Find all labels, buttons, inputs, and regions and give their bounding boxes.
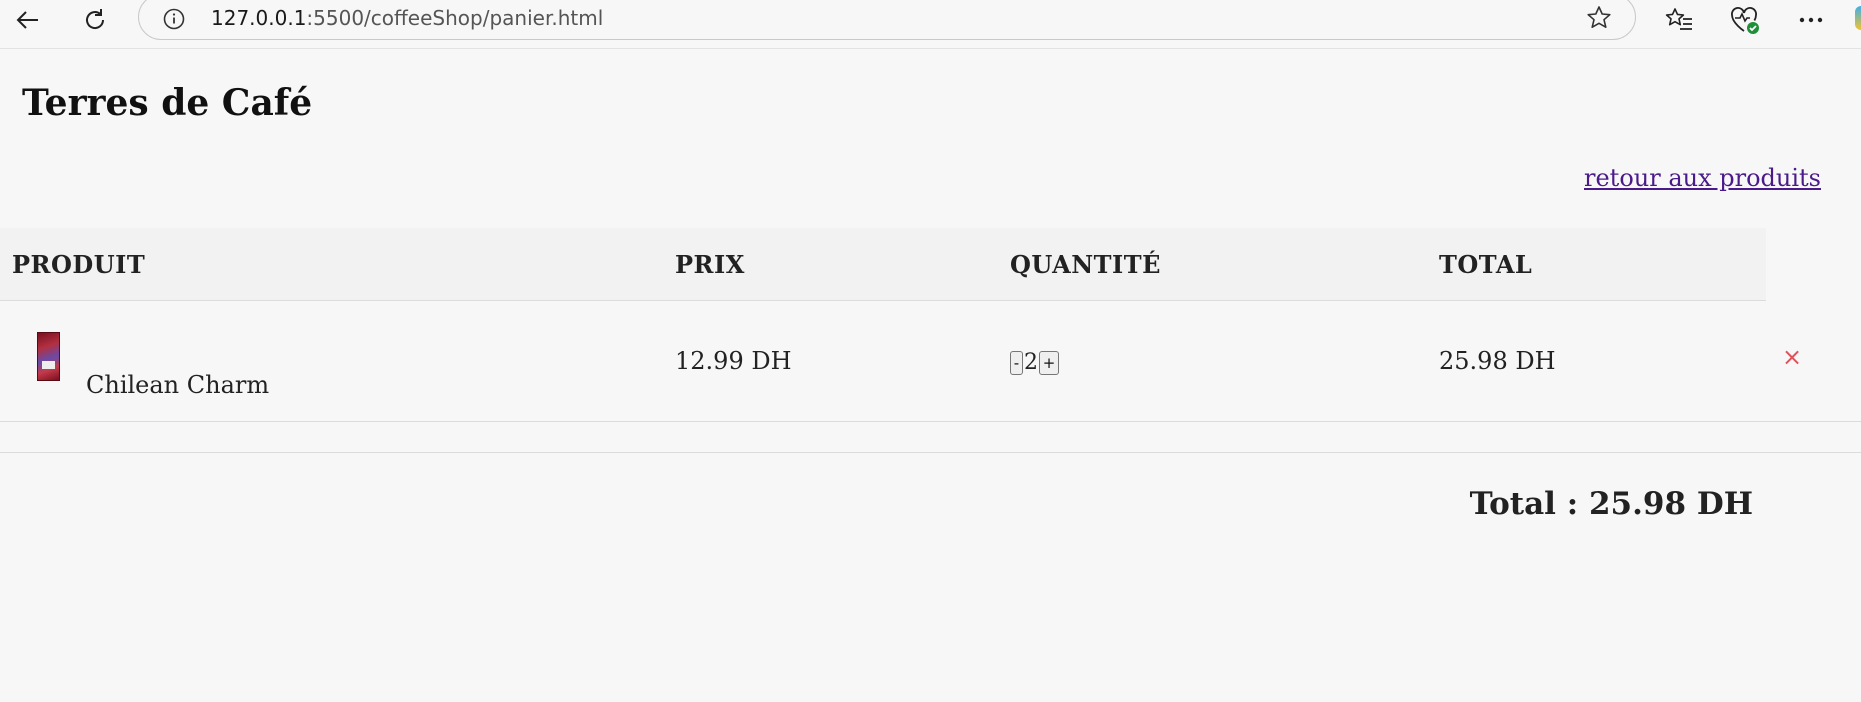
reload-icon[interactable]	[77, 2, 113, 38]
header-quantity: QUANTITÉ	[1010, 250, 1161, 279]
cart-table-header: PRODUIT PRIX QUANTITÉ TOTAL	[0, 228, 1766, 301]
browser-essentials-icon[interactable]	[1727, 2, 1763, 38]
star-icon[interactable]	[1585, 4, 1613, 32]
decrease-quantity-button[interactable]: -	[1010, 350, 1023, 375]
url-host: 127.0.0.1	[211, 6, 307, 30]
url-text[interactable]: 127.0.0.1:5500/coffeeShop/panier.html	[211, 6, 603, 30]
product-price: 12.99 DH	[675, 347, 792, 375]
header-total: TOTAL	[1439, 250, 1533, 279]
back-arrow-icon[interactable]	[10, 2, 46, 38]
quantity-value: 2	[1024, 350, 1038, 375]
summary-divider	[0, 452, 1861, 453]
product-image	[37, 332, 60, 381]
address-bar[interactable]: 127.0.0.1:5500/coffeeShop/panier.html	[138, 0, 1636, 40]
header-product: PRODUIT	[12, 250, 146, 279]
cart-row: Chilean Charm 12.99 DH - 2 + 25.98 DH ×	[0, 301, 1861, 422]
more-icon[interactable]	[1793, 2, 1829, 38]
favorites-icon[interactable]	[1661, 2, 1697, 38]
info-icon[interactable]	[163, 8, 185, 30]
back-to-products-link[interactable]: retour aux produits	[1584, 164, 1821, 192]
quantity-stepper: - 2 +	[1010, 350, 1059, 375]
profile-edge-icon[interactable]	[1855, 6, 1861, 30]
product-name: Chilean Charm	[86, 371, 270, 399]
cart-grand-total: Total : 25.98 DH	[1469, 486, 1753, 522]
page-title: Terres de Café	[22, 82, 313, 124]
increase-quantity-button[interactable]: +	[1039, 350, 1059, 375]
browser-toolbar: 127.0.0.1:5500/coffeeShop/panier.html	[0, 0, 1861, 49]
header-price: PRIX	[675, 250, 745, 279]
remove-item-button[interactable]: ×	[1782, 345, 1802, 369]
url-path: :5500/coffeeShop/panier.html	[306, 6, 604, 30]
row-total: 25.98 DH	[1439, 347, 1556, 375]
